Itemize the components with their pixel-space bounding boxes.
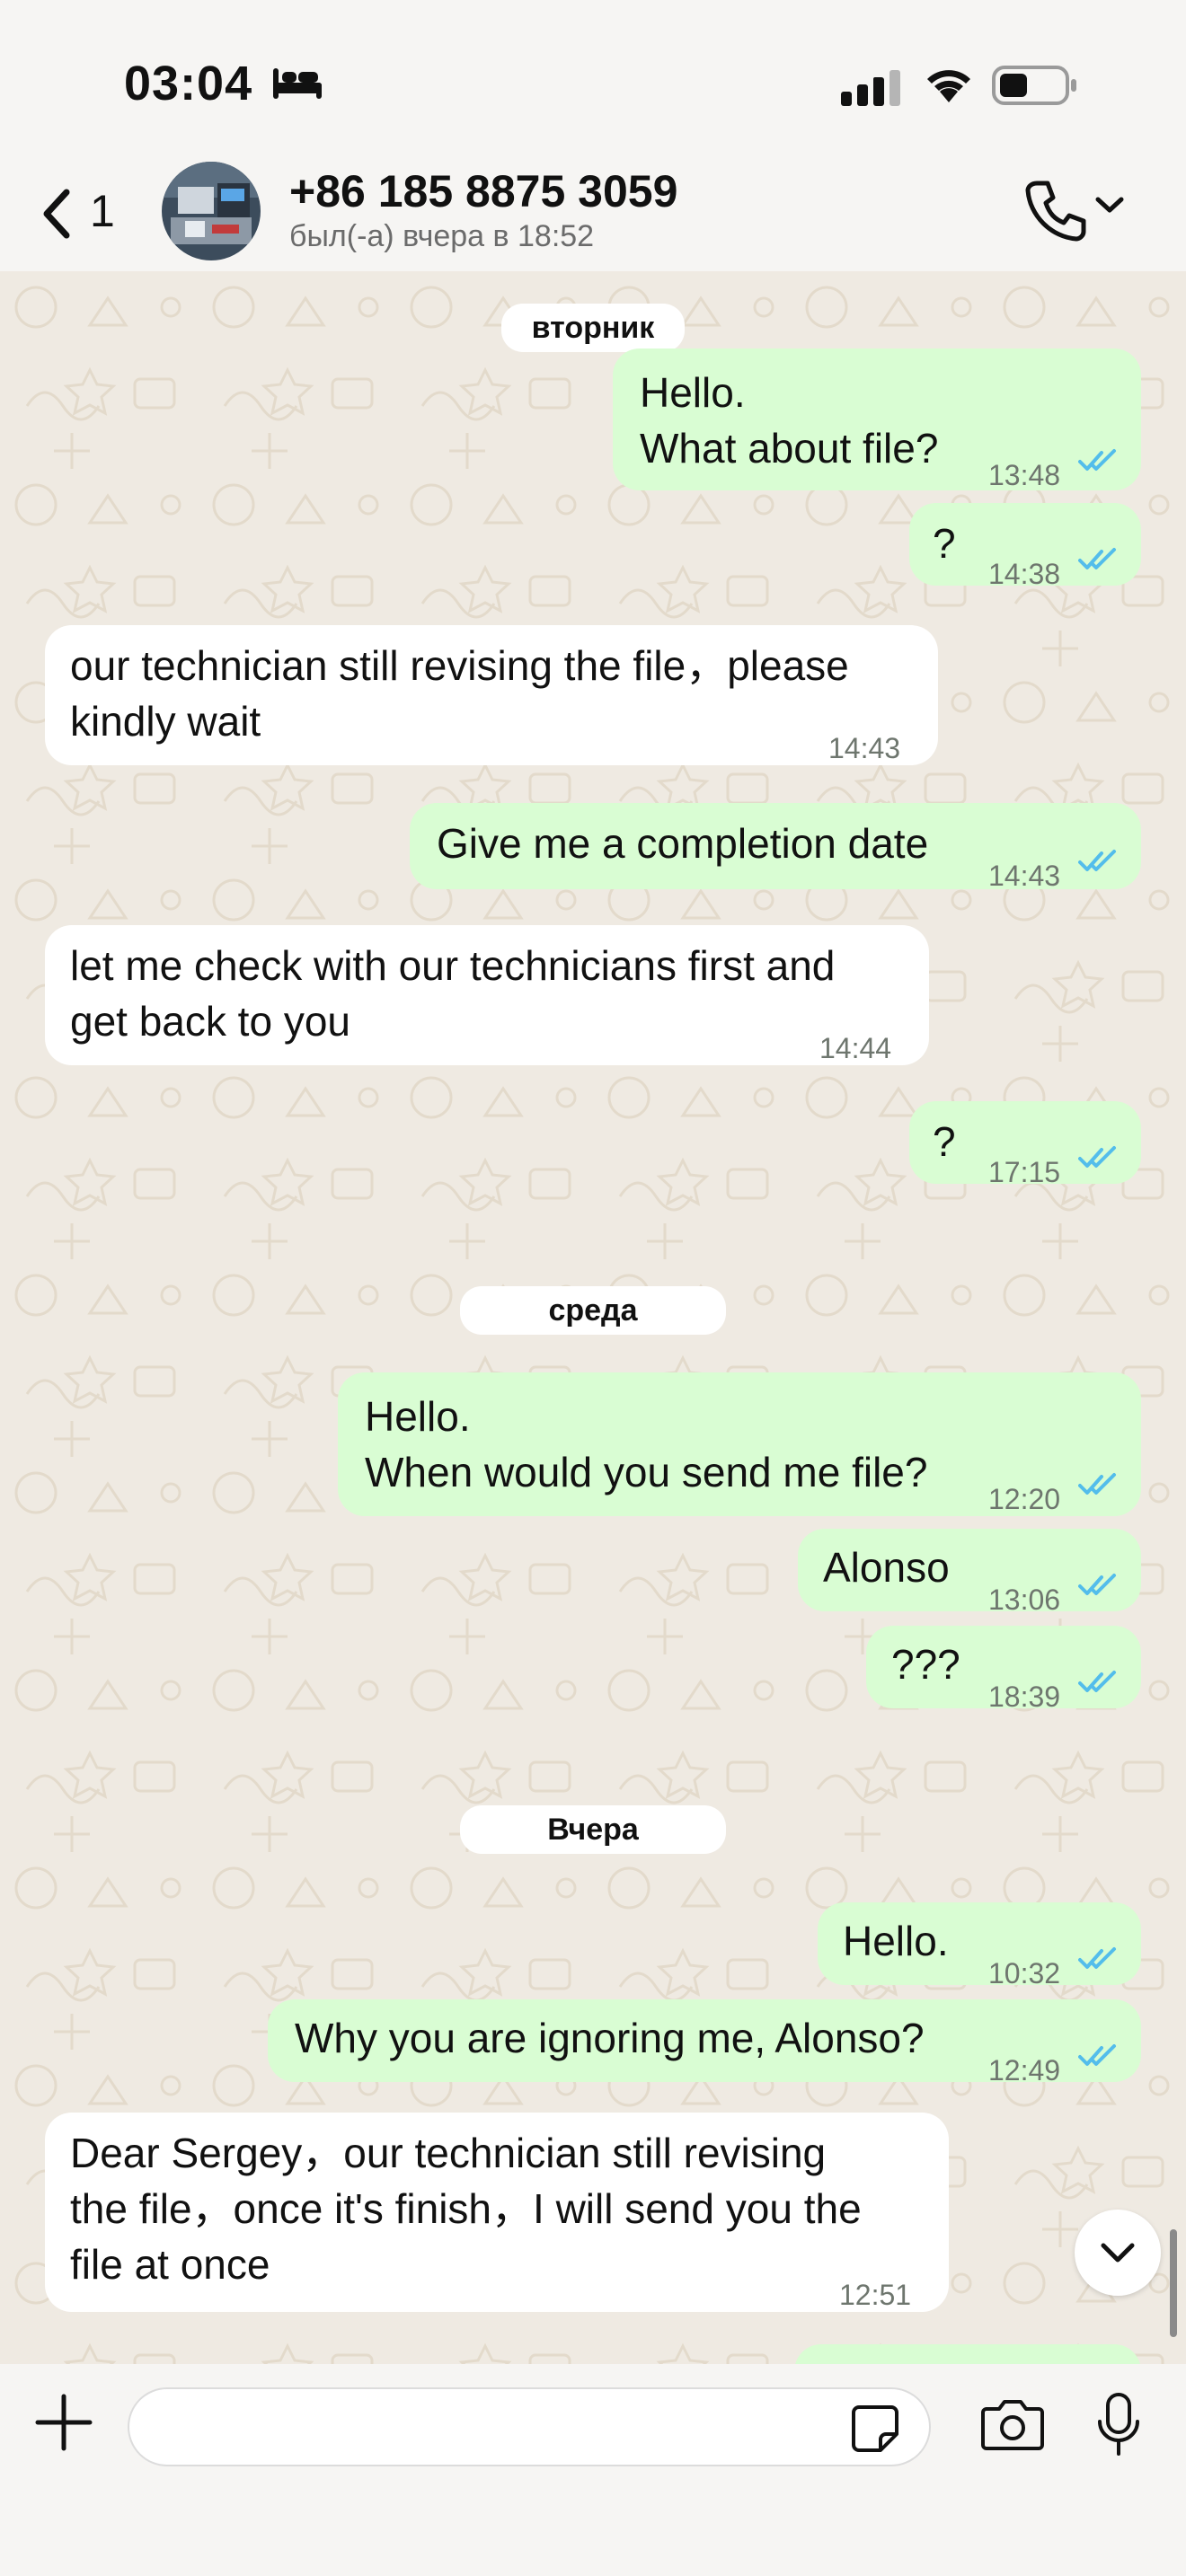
composer-bar [0,2364,1186,2576]
message-text: Hello. What about file? [640,369,939,472]
scroll-down-icon [1101,2243,1135,2263]
read-ticks-icon [1078,1574,1116,1595]
status-time: 03:04 [124,57,253,110]
last-seen-status: был(-а) вчера в 18:52 [289,219,595,253]
unread-count[interactable]: 1 [90,185,115,237]
message-bubble[interactable]: ? 14:38 [909,503,1141,590]
message-list[interactable]: вторник среда Вчера Hello. What about fi… [0,271,1186,2364]
message-time: 12:51 [839,2279,912,2311]
phone-icon[interactable] [1024,178,1087,243]
bed-icon [273,68,322,99]
message-time: 10:32 [988,1957,1061,1989]
read-ticks-icon [1078,1146,1116,1168]
signal-icon [841,70,900,106]
read-ticks-icon [1078,449,1116,471]
message-text: Hello. [843,1918,949,1964]
status-bar: 03:04 [0,0,1186,162]
message-bubble[interactable]: Dear Sergey，our technician still revisin… [45,2113,949,2312]
message-bubble[interactable]: Hello. What about file? 13:48 [613,348,1141,491]
date-separator: Вчера [460,1805,726,1854]
message-text: Give me a completion date [437,820,929,867]
message-text: let me check with our technicians first … [70,942,836,1045]
message-bubble[interactable]: Alonso 13:06 [798,1529,1141,1616]
message-bubble[interactable]: our technician still revising the file，p… [45,625,938,765]
message-text: ? [933,520,956,567]
read-ticks-icon [1078,1473,1116,1495]
read-ticks-icon [1078,1947,1116,1969]
message-bubble[interactable]: Hello. 10:32 [818,1902,1141,1989]
message-bubble[interactable] [794,2344,1141,2364]
chevron-down-icon[interactable] [1094,194,1125,216]
wifi-icon [927,70,970,102]
message-time: 14:44 [819,1032,892,1064]
message-time: 12:49 [988,2054,1061,2086]
message-time: 13:48 [988,459,1061,491]
scroll-down-button[interactable] [1075,2210,1161,2296]
read-ticks-icon [1078,850,1116,871]
message-bubble[interactable]: let me check with our technicians first … [45,925,929,1065]
date-separator: среда [460,1286,726,1335]
message-bubble[interactable]: Hello. When would you send me file? 12:2… [338,1372,1141,1516]
message-text: our technician still revising the file，p… [70,642,849,745]
message-text: Why you are ignoring me, Alonso? [295,2015,925,2061]
message-time: 18:39 [988,1681,1061,1713]
message-time: 14:43 [828,732,901,764]
camera-icon[interactable] [979,2396,1046,2452]
read-ticks-icon [1078,548,1116,569]
read-ticks-icon [1078,2044,1116,2066]
contact-name[interactable]: +86 185 8875 3059 [289,165,677,217]
microphone-icon[interactable] [1094,2391,1143,2459]
date-separator: вторник [501,304,685,352]
message-time: 14:38 [988,558,1061,590]
message-bubble[interactable]: Give me a completion date 14:43 [410,803,1141,892]
read-ticks-icon [1078,1671,1116,1692]
message-bubble[interactable]: ? 17:15 [909,1101,1141,1188]
message-time: 14:43 [988,860,1061,892]
plus-icon[interactable] [32,2389,95,2456]
avatar[interactable] [162,162,261,260]
message-time: 13:06 [988,1584,1061,1616]
message-text: Dear Sergey，our technician still revisin… [70,2130,862,2288]
message-text: ??? [891,1641,960,1688]
message-time: 12:20 [988,1483,1061,1515]
message-bubble[interactable]: ??? 18:39 [866,1626,1141,1713]
message-time: 17:15 [988,1156,1061,1188]
battery-icon [992,66,1076,105]
sticker-icon[interactable] [850,2404,900,2454]
message-input[interactable] [128,2387,931,2466]
message-text: Alonso [823,1544,950,1591]
message-text: Hello. When would you send me file? [365,1393,928,1495]
message-bubble[interactable]: Why you are ignoring me, Alonso? 12:49 [268,1999,1141,2086]
message-text: ? [933,1118,956,1165]
back-chevron-icon[interactable] [31,181,93,246]
scrollbar[interactable] [1170,2229,1177,2337]
chat-header: 1 +86 185 8875 3059 был(-а) вчера в 18:5… [0,162,1186,272]
